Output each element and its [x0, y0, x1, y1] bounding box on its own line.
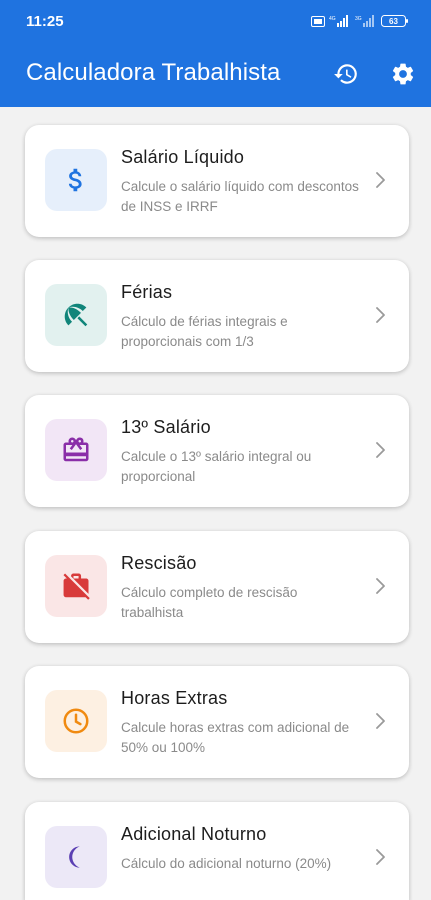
status-time: 11:25	[26, 13, 64, 30]
card-description: Calcule o 13º salário integral ou propor…	[121, 449, 312, 484]
card-title: Horas Extras	[121, 688, 228, 708]
app-bar: Calculadora Trabalhista	[0, 44, 431, 107]
network-2-label: 3G	[355, 16, 362, 22]
card-title: Salário Líquido	[121, 147, 245, 167]
history-icon	[334, 64, 357, 84]
signal-4g-icon: 4G	[329, 15, 348, 27]
card-icon-box	[45, 284, 107, 346]
battery-icon: 63	[381, 15, 408, 27]
status-icons: 4G 3G 63	[311, 14, 409, 28]
card-icon-box	[45, 149, 107, 211]
status-bar: 11:25 4G 3G 63	[0, 0, 431, 44]
history-button[interactable]	[332, 60, 360, 88]
chevron-right-icon	[376, 578, 385, 594]
card-description: Cálculo de férias integrais e proporcion…	[121, 314, 288, 349]
card-title: Rescisão	[121, 553, 197, 573]
card-icon-box	[45, 555, 107, 617]
card-title: Férias	[121, 282, 173, 302]
card-horas-extras[interactable]: Horas Extras Calcule horas extras com ad…	[25, 666, 409, 778]
chevron-right-icon	[376, 442, 385, 458]
card-description: Cálculo completo de rescisão trabalhista	[121, 585, 298, 620]
app-title: Calculadora Trabalhista	[26, 59, 281, 86]
card-13-salario[interactable]: 13º Salário Calcule o 13º salário integr…	[25, 395, 409, 507]
card-salario-liquido[interactable]: Salário Líquido Calcule o salário líquid…	[25, 125, 409, 237]
beach-umbrella-icon	[64, 303, 88, 327]
settings-button[interactable]	[389, 60, 417, 88]
dollar-icon	[68, 168, 82, 192]
battery-level: 63	[389, 17, 398, 26]
network-1-label: 4G	[329, 16, 336, 22]
gift-card-icon	[63, 437, 89, 462]
clock-icon	[63, 708, 89, 734]
card-adicional-noturno[interactable]: Adicional Noturno Cálculo do adicional n…	[25, 802, 409, 900]
signal-3g-icon: 3G	[355, 15, 374, 27]
card-icon-box	[45, 826, 107, 888]
card-description: Calcule horas extras com adicional de 50…	[121, 720, 350, 755]
chevron-right-icon	[376, 713, 385, 729]
card-description: Calcule o salário líquido com descontos …	[121, 179, 359, 214]
chevron-right-icon	[376, 172, 385, 188]
gear-icon	[392, 63, 414, 85]
card-description: Cálculo do adicional noturno (20%)	[121, 856, 332, 871]
volte-icon	[311, 15, 325, 27]
card-icon-box	[45, 419, 107, 481]
card-ferias[interactable]: Férias Cálculo de férias integrais e pro…	[25, 260, 409, 372]
chevron-right-icon	[376, 849, 385, 865]
work-off-icon	[63, 573, 90, 600]
card-rescisao[interactable]: Rescisão Cálculo completo de rescisão tr…	[25, 531, 409, 643]
chevron-right-icon	[376, 307, 385, 323]
card-title: Adicional Noturno	[121, 824, 267, 844]
moon-icon	[69, 846, 80, 868]
card-icon-box	[45, 690, 107, 752]
card-title: 13º Salário	[121, 417, 211, 437]
